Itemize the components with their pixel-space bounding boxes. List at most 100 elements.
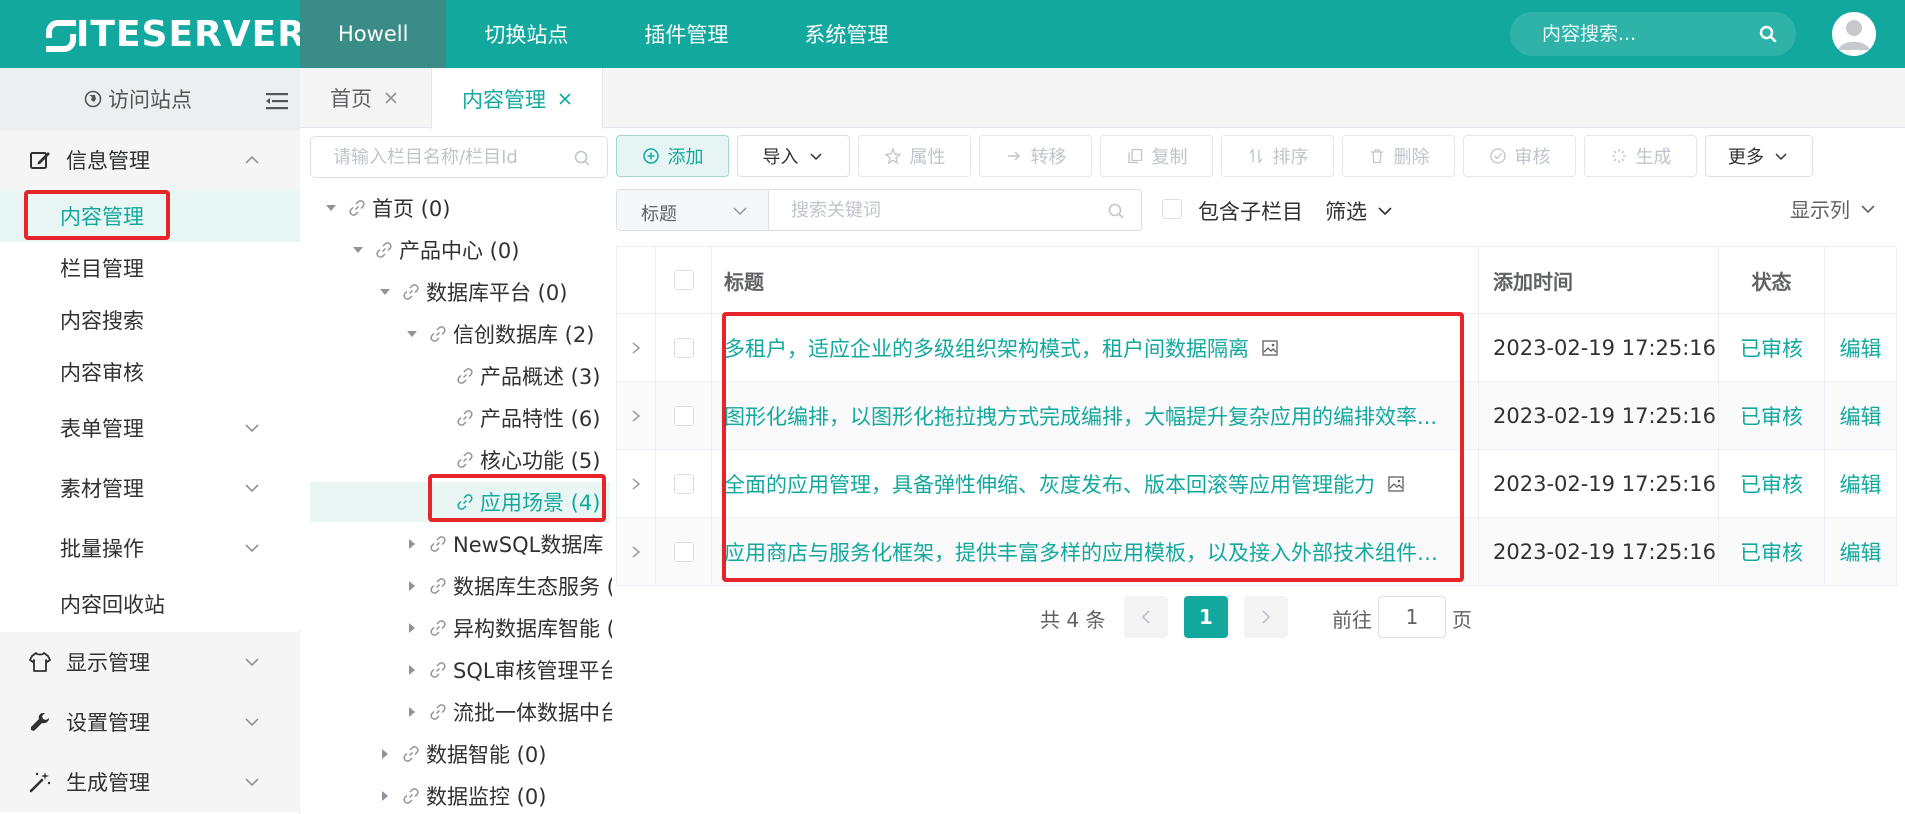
content-title-link[interactable]: 应用商店与服务化框架，提供丰富多样的应用模板，以及接入外部技术组件服务 <box>724 537 1454 567</box>
next-page-button[interactable] <box>1244 596 1288 638</box>
sidebar-item-content-management[interactable]: 内容管理 <box>0 190 300 242</box>
caret-right-icon[interactable] <box>378 747 392 761</box>
tree-node[interactable]: 首页 (0) <box>310 188 610 228</box>
caret-right-icon[interactable] <box>405 663 419 677</box>
sidebar-item-recycle-bin[interactable]: 内容回收站 <box>0 578 300 630</box>
review-button[interactable]: 审核 <box>1463 135 1576 177</box>
more-button[interactable]: 更多 <box>1705 135 1813 177</box>
display-columns-dropdown[interactable]: 显示列 <box>1790 194 1876 223</box>
sidebar-item-content-review[interactable]: 内容审核 <box>0 346 300 398</box>
status-column-header[interactable]: 状态 <box>1719 247 1825 313</box>
row-checkbox[interactable] <box>673 473 694 494</box>
caret-right-icon[interactable] <box>378 789 392 803</box>
filter-dropdown[interactable]: 筛选 <box>1325 196 1393 226</box>
caret-down-icon[interactable] <box>324 201 338 215</box>
caret-down-icon[interactable] <box>405 327 419 341</box>
tab-content-management[interactable]: 内容管理 <box>431 68 603 129</box>
row-checkbox[interactable] <box>673 405 694 426</box>
nav-site-howell[interactable]: Howell <box>300 0 447 68</box>
transfer-button[interactable]: 转移 <box>979 135 1092 177</box>
content-search-input[interactable] <box>1510 12 1750 56</box>
caret-right-icon[interactable] <box>405 705 419 719</box>
visit-site-link[interactable]: 访问站点 <box>84 68 192 130</box>
nav-switch-site[interactable]: 切换站点 <box>446 0 606 68</box>
tree-node[interactable]: 核心功能 (5) <box>310 440 610 480</box>
title-column-header[interactable]: 标题 <box>712 247 1479 313</box>
caret-right-icon[interactable] <box>405 579 419 593</box>
caret-right-icon[interactable] <box>405 621 419 635</box>
status-link[interactable]: 已审核 <box>1740 537 1803 567</box>
status-link[interactable]: 已审核 <box>1740 333 1803 363</box>
tree-node[interactable]: SQL审核管理平台 <box>310 650 612 690</box>
status-link[interactable]: 已审核 <box>1740 401 1803 431</box>
expand-row-icon[interactable] <box>631 409 641 423</box>
close-icon[interactable] <box>384 91 398 105</box>
menu-group-generate-management[interactable]: 生成管理 <box>0 752 300 812</box>
search-field-select[interactable]: 标题 <box>616 189 768 231</box>
expand-row-icon[interactable] <box>631 545 641 559</box>
expand-row-icon[interactable] <box>631 341 641 355</box>
tree-node[interactable]: NewSQL数据库 <box>310 524 610 564</box>
tree-node[interactable]: 数据库平台 (0) <box>310 272 610 312</box>
content-title-link[interactable]: 多租户，适应企业的多级组织架构模式，租户间数据隔离 <box>724 333 1249 363</box>
caret-down-icon[interactable] <box>378 285 392 299</box>
sidebar-item-column-management[interactable]: 栏目管理 <box>0 242 300 294</box>
properties-button[interactable]: 属性 <box>858 135 971 177</box>
tree-node[interactable]: 异构数据库智能 ( <box>310 608 612 648</box>
edit-link[interactable]: 编辑 <box>1840 537 1882 567</box>
tree-search-input[interactable] <box>311 137 561 177</box>
content-title-link[interactable]: 全面的应用管理，具备弹性伸缩、灰度发布、版本回滚等应用管理能力 <box>724 469 1375 499</box>
edit-link[interactable]: 编辑 <box>1840 401 1882 431</box>
search-icon[interactable] <box>1107 202 1125 220</box>
import-button[interactable]: 导入 <box>737 135 850 177</box>
row-checkbox[interactable] <box>673 541 694 562</box>
status-cell: 已审核 <box>1719 314 1825 381</box>
edit-link[interactable]: 编辑 <box>1840 333 1882 363</box>
nav-plugin-management[interactable]: 插件管理 <box>606 0 766 68</box>
menu-group-display-management[interactable]: 显示管理 <box>0 632 300 692</box>
sidebar-item-content-search[interactable]: 内容搜索 <box>0 294 300 346</box>
sidebar-item-batch-operations[interactable]: 批量操作 <box>0 518 300 578</box>
page-number-button[interactable]: 1 <box>1184 596 1228 638</box>
siteserver-logo[interactable]: ITESERVER <box>44 12 306 56</box>
menu-group-info-management[interactable]: 信息管理 <box>0 130 300 190</box>
tree-node[interactable]: 应用场景 (4) <box>310 482 610 522</box>
sidebar-item-form-management[interactable]: 表单管理 <box>0 398 300 458</box>
tree-node[interactable]: 数据库生态服务 ( <box>310 566 612 606</box>
caret-right-icon[interactable] <box>405 537 419 551</box>
select-all-checkbox[interactable] <box>673 270 694 290</box>
row-checkbox[interactable] <box>673 337 694 358</box>
user-avatar[interactable] <box>1832 12 1876 56</box>
tree-node[interactable]: 产品概述 (3) <box>310 356 610 396</box>
tree-node[interactable]: 产品特性 (6) <box>310 398 610 438</box>
caret-down-icon[interactable] <box>351 243 365 257</box>
search-icon[interactable] <box>1758 24 1778 44</box>
tree-node[interactable]: 数据智能 (0) <box>310 734 610 774</box>
time-column-header[interactable]: 添加时间 <box>1479 247 1719 313</box>
status-link[interactable]: 已审核 <box>1740 469 1803 499</box>
prev-page-button[interactable] <box>1124 596 1168 638</box>
include-children-checkbox[interactable] <box>1162 199 1182 219</box>
goto-page-input[interactable] <box>1378 596 1446 638</box>
tab-home[interactable]: 首页 <box>300 68 428 128</box>
generate-button[interactable]: 生成 <box>1584 135 1697 177</box>
close-icon[interactable] <box>558 92 572 106</box>
tree-node[interactable]: 信创数据库 (2) <box>310 314 610 354</box>
delete-button[interactable]: 删除 <box>1342 135 1455 177</box>
tree-node[interactable]: 数据监控 (0) <box>310 776 610 814</box>
tree-node-label: NewSQL数据库 <box>453 533 604 557</box>
sidebar-item-material-management[interactable]: 素材管理 <box>0 458 300 518</box>
copy-button[interactable]: 复制 <box>1100 135 1213 177</box>
keyword-search-input[interactable] <box>769 190 1089 230</box>
edit-link[interactable]: 编辑 <box>1840 469 1882 499</box>
add-button[interactable]: 添加 <box>616 135 729 177</box>
expand-row-icon[interactable] <box>631 477 641 491</box>
menu-group-settings-management[interactable]: 设置管理 <box>0 692 300 752</box>
sort-button[interactable]: 排序 <box>1221 135 1334 177</box>
tree-node[interactable]: 流批一体数据中台 <box>310 692 612 732</box>
search-icon[interactable] <box>573 149 591 167</box>
nav-system-management[interactable]: 系统管理 <box>766 0 926 68</box>
collapse-menu-icon[interactable] <box>266 92 288 110</box>
tree-node[interactable]: 产品中心 (0) <box>310 230 610 270</box>
content-title-link[interactable]: 图形化编排，以图形化拖拉拽方式完成编排，大幅提升复杂应用的编排效率... <box>724 401 1437 431</box>
